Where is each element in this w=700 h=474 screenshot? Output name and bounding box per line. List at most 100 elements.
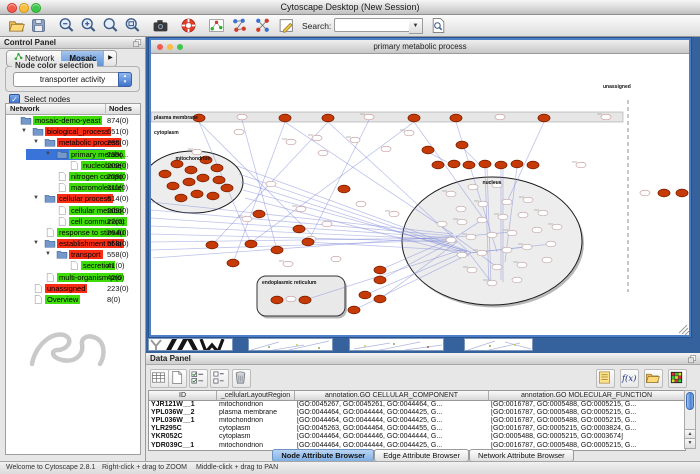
gene-node[interactable] [286, 296, 296, 302]
expand-arrow-icon[interactable]: ▼ [45, 249, 51, 260]
table-column-header[interactable]: annotation.GO CELLULAR_COMPONENT [295, 391, 489, 401]
frame-minimize-button[interactable] [167, 44, 173, 50]
tree-row[interactable]: nucleobase-209(0) [6, 160, 140, 171]
search-input[interactable] [334, 18, 412, 32]
gene-node[interactable] [477, 250, 487, 256]
tree-row[interactable]: ▼cellular process614(0) [6, 193, 140, 204]
tree-row[interactable]: response to stimulu264(0) [6, 227, 140, 238]
select-neighbors-button[interactable] [231, 17, 248, 34]
selected-gene-node[interactable] [185, 166, 197, 174]
selected-gene-node[interactable] [279, 114, 291, 122]
gene-node[interactable] [601, 114, 611, 120]
table-row[interactable]: YKR052Ccytoplasm[GO:0044464, GO:0044446,… [149, 433, 685, 441]
gene-node[interactable] [546, 241, 556, 247]
scrollbar-thumb[interactable] [686, 392, 694, 410]
gene-node[interactable] [242, 216, 252, 222]
tree-row[interactable]: ▼primary metabo209(... [6, 149, 140, 160]
gene-node[interactable] [389, 211, 399, 217]
gene-node[interactable] [538, 210, 548, 216]
frame-close-button[interactable] [157, 44, 163, 50]
gene-node[interactable] [192, 149, 202, 155]
selected-gene-node[interactable] [302, 238, 314, 246]
gene-node[interactable] [518, 212, 528, 218]
gene-node[interactable] [404, 130, 414, 136]
selected-gene-node[interactable] [408, 114, 420, 122]
selected-gene-node[interactable] [374, 295, 386, 303]
tree-column-nodes[interactable]: Nodes [105, 104, 132, 113]
search-config-button[interactable] [430, 17, 447, 34]
gene-node[interactable] [312, 135, 322, 141]
gene-node[interactable] [456, 206, 466, 212]
table-column-header[interactable]: annotation.GO MOLECULAR_FUNCTION [489, 391, 685, 401]
selected-gene-node[interactable] [183, 178, 195, 186]
float-panel-icon[interactable] [132, 38, 142, 48]
expand-arrow-icon[interactable]: ▼ [45, 149, 51, 160]
expand-arrow-icon[interactable]: ▼ [33, 193, 39, 204]
expand-arrow-icon[interactable]: ▼ [21, 126, 27, 137]
selected-gene-node[interactable] [359, 291, 371, 299]
zoom-out-button[interactable] [58, 17, 75, 34]
gene-node[interactable] [552, 224, 562, 230]
delete-attribute-button[interactable] [232, 369, 251, 388]
selected-gene-node[interactable] [511, 160, 523, 168]
tree-item-label[interactable]: cellular process [57, 194, 113, 203]
gene-node[interactable] [477, 217, 487, 223]
gene-node[interactable] [517, 262, 527, 268]
save-button[interactable] [30, 17, 47, 34]
matrix-button[interactable] [668, 369, 687, 388]
gene-node[interactable] [318, 150, 328, 156]
attribute-pair-button[interactable] [210, 369, 229, 388]
yellow-list-button[interactable] [596, 369, 615, 388]
background-window-1[interactable] [148, 338, 233, 351]
gene-node[interactable] [446, 191, 456, 197]
tree-row[interactable]: cellular metabo209(0) [6, 205, 140, 216]
selected-gene-node[interactable] [374, 266, 386, 274]
selected-gene-node[interactable] [658, 189, 670, 197]
tree-item-label[interactable]: Overview [45, 295, 80, 304]
selected-gene-node[interactable] [191, 190, 203, 198]
selected-gene-node[interactable] [456, 141, 468, 149]
expand-arrow-icon[interactable]: ▼ [33, 137, 39, 148]
selected-gene-node[interactable] [527, 161, 539, 169]
tree-item-label[interactable]: transport [69, 250, 103, 259]
gene-node[interactable] [350, 137, 360, 143]
tree-item-label[interactable]: mosaic-demo-yeast [33, 116, 102, 125]
select-attributes-button[interactable] [189, 369, 208, 388]
gene-node[interactable] [322, 221, 332, 227]
gene-node[interactable] [457, 219, 467, 225]
gene-node[interactable] [468, 184, 478, 190]
tree-item-label[interactable]: biological_process [45, 127, 111, 136]
expand-arrow-icon[interactable]: ▼ [33, 238, 39, 249]
edge[interactable] [233, 122, 285, 263]
background-window-4[interactable] [464, 338, 533, 351]
selected-gene-node[interactable] [227, 259, 239, 267]
selected-gene-node[interactable] [245, 240, 257, 248]
selected-gene-node[interactable] [422, 146, 434, 154]
table-column-header[interactable]: _cellularLayoutRegion [217, 391, 295, 401]
tree-column-network[interactable]: Network [10, 104, 40, 113]
gene-node[interactable] [331, 256, 341, 262]
gene-node[interactable] [437, 221, 447, 227]
selected-gene-node[interactable] [322, 114, 334, 122]
tree-row[interactable]: multi-organism pro42(0) [6, 272, 140, 283]
zoom-fit-button[interactable] [124, 17, 141, 34]
gene-node[interactable] [522, 244, 532, 250]
selected-gene-node[interactable] [538, 114, 550, 122]
selected-gene-node[interactable] [167, 182, 179, 190]
node-color-dropdown[interactable]: transporter activity ▲▼ [13, 72, 132, 87]
gene-node[interactable] [478, 201, 488, 207]
float-panel-icon[interactable] [687, 354, 697, 364]
gene-node[interactable] [364, 114, 374, 120]
selected-gene-node[interactable] [495, 161, 507, 169]
selected-gene-node[interactable] [197, 174, 209, 182]
tree-row[interactable]: mosaic-demo-yeast874(0) [6, 115, 140, 126]
gene-node[interactable] [507, 230, 517, 236]
network-view-frame[interactable]: primary metabolic process plasma membran… [149, 38, 691, 337]
gene-node[interactable] [381, 146, 391, 152]
gene-node[interactable] [492, 264, 502, 270]
table-row[interactable]: YPL036W__2plasma membrane[GO:0044464, GO… [149, 409, 685, 417]
selected-gene-node[interactable] [253, 210, 265, 218]
gene-node[interactable] [446, 237, 456, 243]
import-folder-button[interactable] [644, 369, 663, 388]
selected-gene-node[interactable] [206, 241, 218, 249]
